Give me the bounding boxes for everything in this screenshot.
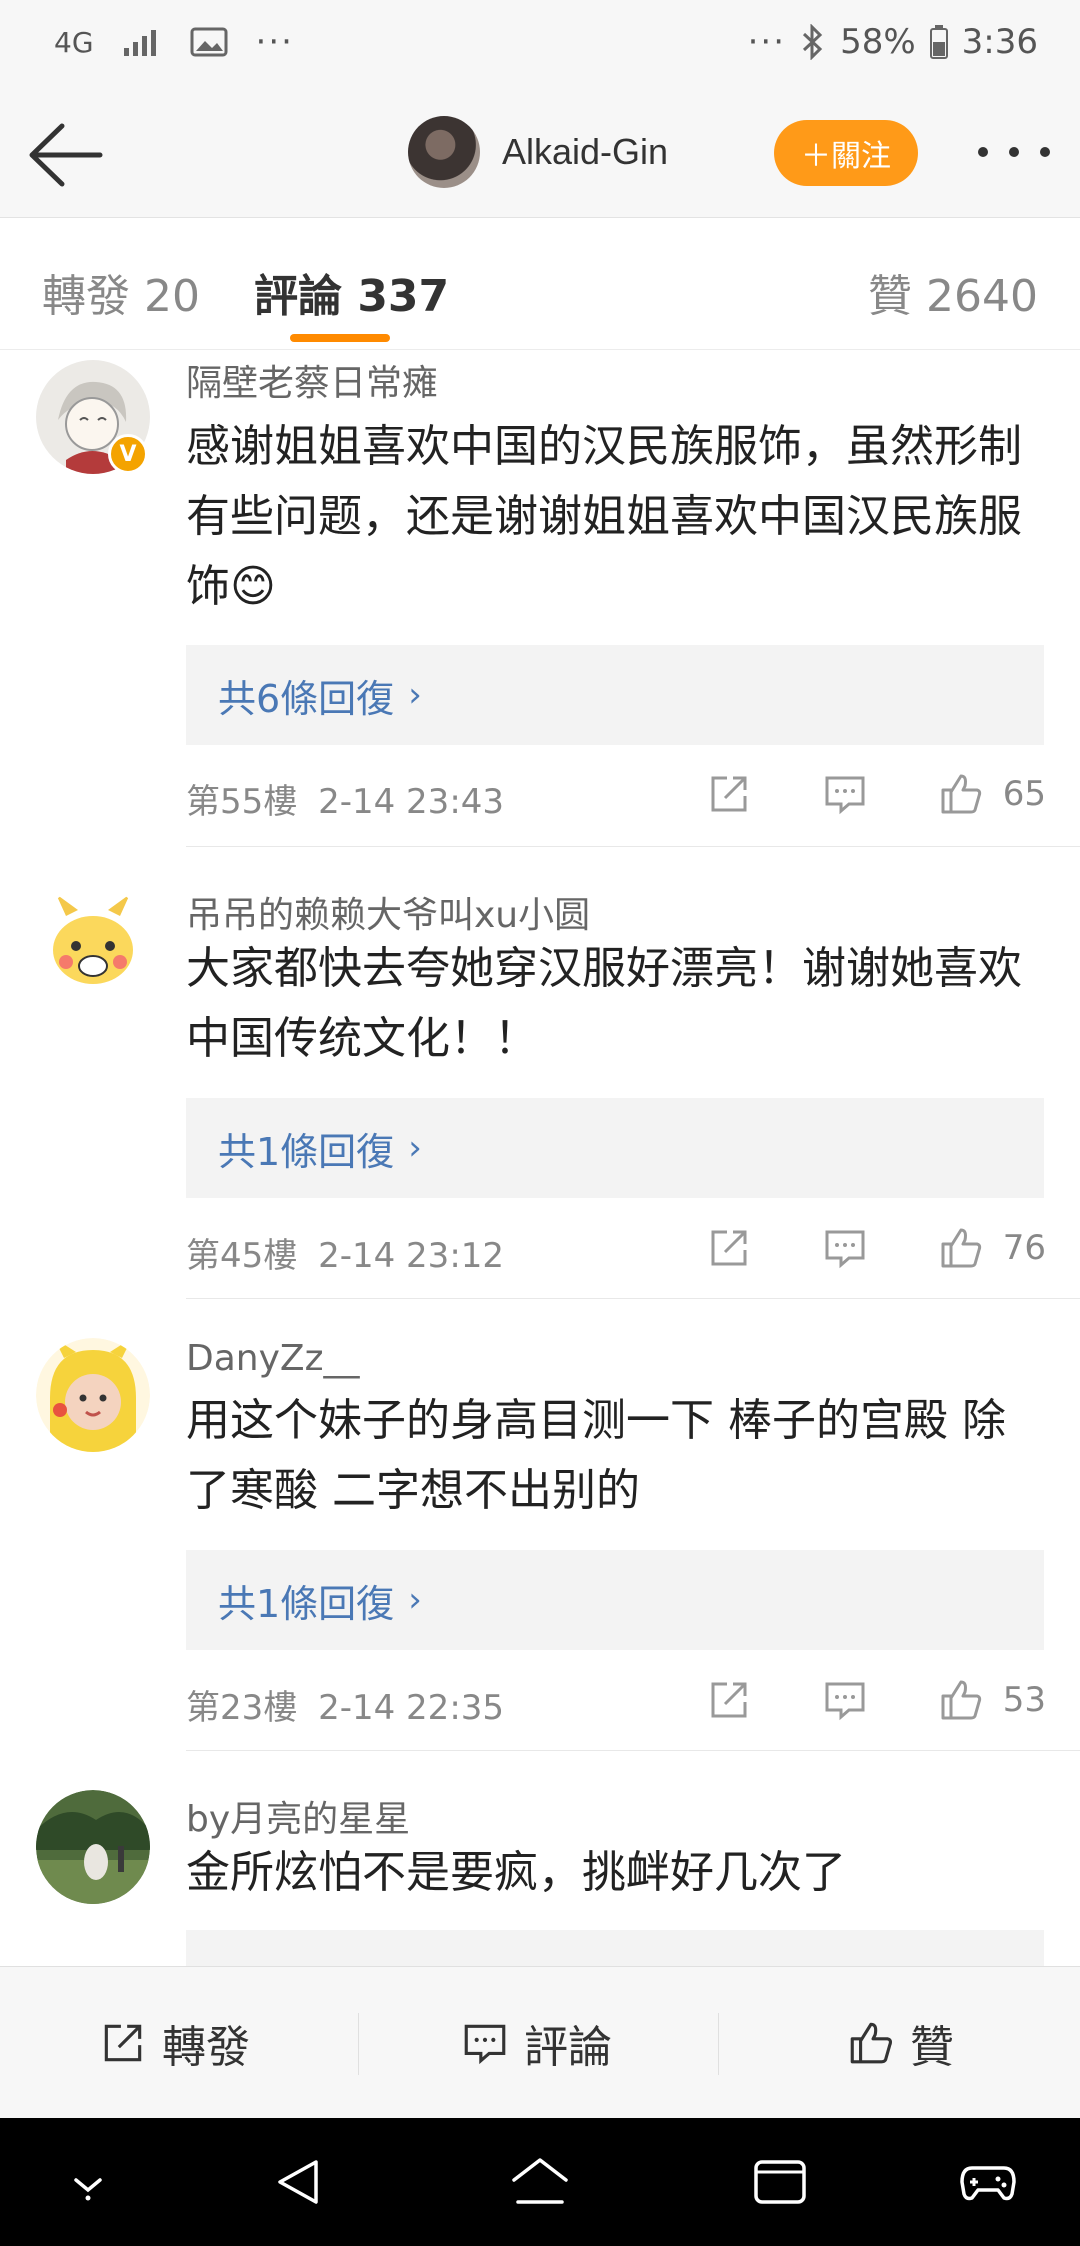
comment-icon xyxy=(825,1682,865,1721)
comment-text: 大家都快去夸她穿汉服好漂亮！谢谢她喜欢中国传统文化！！ xyxy=(186,943,1022,1064)
more-status-icon: ··· xyxy=(747,22,787,62)
like-count: 53 xyxy=(1002,1680,1046,1720)
floor-number: 第55樓 xyxy=(186,782,298,822)
top-nav-bar: Alkaid-Gin ＋關注 xyxy=(0,92,1080,218)
replies-count: 共1條回復 xyxy=(218,1129,395,1174)
more-notifications-icon: ··· xyxy=(255,22,294,62)
share-button[interactable] xyxy=(705,1224,753,1272)
avatar[interactable] xyxy=(36,1790,150,1904)
floor-number: 第45樓 xyxy=(186,1236,298,1276)
chevron-down-icon[interactable] xyxy=(58,2152,118,2212)
like-label: 贊 xyxy=(910,2022,954,2073)
comment-meta: 第55樓 2-14 23:43 xyxy=(186,774,504,823)
author-avatar[interactable] xyxy=(408,116,480,188)
divider xyxy=(718,2013,719,2075)
system-navigation-bar xyxy=(0,2118,1080,2246)
comment-actions: 53 xyxy=(637,1676,1046,1724)
comment-text: 感谢姐姐喜欢中国的汉民族服饰，虽然形制有些问题，还是谢谢姐姐喜欢中国汉民族服饰😊 xyxy=(186,421,1022,612)
bottom-action-bar: 轉發 評論 贊 xyxy=(0,1966,1080,2118)
thumbs-up-icon xyxy=(941,774,981,814)
comment-icon xyxy=(825,1230,865,1269)
repost-label: 轉發 xyxy=(162,2022,250,2073)
thumbs-up-icon xyxy=(941,1680,981,1720)
tab-likes[interactable]: 贊 2640 xyxy=(868,260,1038,324)
divider xyxy=(186,1750,1080,1751)
thumbs-up-icon xyxy=(850,2022,892,2064)
recent-apps-icon[interactable] xyxy=(750,2152,810,2212)
chevron-right-icon: › xyxy=(408,1128,422,1168)
divider xyxy=(358,2013,359,2075)
game-controller-icon[interactable] xyxy=(958,2152,1018,2212)
share-icon xyxy=(711,1230,747,1266)
like-button[interactable]: 76 xyxy=(937,1224,1046,1272)
floor-number: 第23樓 xyxy=(186,1688,298,1728)
clock: 3:36 xyxy=(961,22,1038,62)
like-count: 76 xyxy=(1002,1228,1046,1268)
bluetooth-icon xyxy=(803,24,823,60)
comment-meta: 第45樓 2-14 23:12 xyxy=(186,1228,504,1277)
follow-label: ＋關注 xyxy=(801,139,891,174)
comment-actions: 65 xyxy=(637,770,1046,818)
comment-label: 評論 xyxy=(524,2022,612,2073)
divider xyxy=(186,1298,1080,1299)
author-name: Alkaid-Gin xyxy=(502,131,669,172)
replies-count: 共1條回復 xyxy=(218,1581,395,1626)
repost-button[interactable]: 轉發 xyxy=(98,2011,250,2075)
reply-button[interactable] xyxy=(821,1676,869,1724)
comment-time: 2-14 23:12 xyxy=(318,1236,505,1276)
comment-button[interactable]: 評論 xyxy=(460,2011,612,2075)
post-author[interactable]: Alkaid-Gin xyxy=(408,116,668,188)
chevron-right-icon: › xyxy=(408,675,422,715)
tab-comments[interactable]: 評論 337 xyxy=(254,260,449,324)
status-bar: 4G ··· ··· 58% 3:36 xyxy=(0,0,1080,92)
back-arrow-icon[interactable] xyxy=(26,118,106,192)
comment-text: 金所炫怕不是要疯，挑衅好几次了 xyxy=(186,1847,846,1898)
replies-count: 共6條回復 xyxy=(218,676,395,721)
repost-icon xyxy=(104,2024,142,2062)
comment-username[interactable]: DanyZz__ xyxy=(186,1338,359,1379)
comment-actions: 76 xyxy=(637,1224,1046,1272)
like-button[interactable]: 65 xyxy=(937,770,1046,818)
reply-button[interactable] xyxy=(821,770,869,818)
signal-icon xyxy=(123,30,156,56)
network-type: 4G xyxy=(54,25,94,59)
comment-text: 用这个妹子的身高目测一下 棒子的宫殿 除了寒酸 二字想不出别的 xyxy=(186,1395,1006,1516)
battery-percent: 58% xyxy=(840,22,916,62)
comment-icon xyxy=(464,2024,506,2065)
battery-icon xyxy=(929,25,948,59)
active-tab-indicator xyxy=(290,334,390,342)
replies-link[interactable]: 共6條回復 › xyxy=(186,645,1044,745)
comment-tabs: 轉發 20 評論 337 贊 2640 xyxy=(0,218,1080,350)
back-triangle-icon[interactable] xyxy=(270,2152,330,2212)
like-button[interactable]: 贊 xyxy=(846,2011,954,2075)
tab-repost[interactable]: 轉發 20 xyxy=(42,260,200,324)
like-button[interactable]: 53 xyxy=(937,1676,1046,1724)
comment-icon xyxy=(825,776,865,815)
comment-meta: 第23樓 2-14 22:35 xyxy=(186,1680,504,1729)
reply-button[interactable] xyxy=(821,1224,869,1272)
like-count: 65 xyxy=(1002,774,1046,814)
follow-button[interactable]: ＋關注 xyxy=(774,120,918,186)
thumbs-up-icon xyxy=(941,1228,981,1268)
replies-link[interactable]: 共1條回復 › xyxy=(186,1098,1044,1198)
comment-username[interactable]: by月亮的星星 xyxy=(186,1790,410,1842)
comment-time: 2-14 23:43 xyxy=(318,782,505,822)
comment-time: 2-14 22:35 xyxy=(318,1688,505,1728)
share-button[interactable] xyxy=(705,1676,753,1724)
divider xyxy=(186,846,1080,847)
share-button[interactable] xyxy=(705,770,753,818)
image-icon xyxy=(190,27,228,57)
comment-username[interactable]: 吊吊的赖赖大爷叫xu小圆 xyxy=(186,886,590,938)
chevron-right-icon: › xyxy=(408,1580,422,1620)
verified-badge-icon: V xyxy=(108,434,148,474)
home-icon[interactable] xyxy=(510,2152,570,2212)
more-options-icon[interactable] xyxy=(978,132,1050,172)
comment-username[interactable]: 隔壁老蔡日常瘫 xyxy=(186,354,438,406)
replies-link[interactable]: 共1條回復 › xyxy=(186,1550,1044,1650)
share-icon xyxy=(711,776,747,812)
avatar[interactable] xyxy=(36,1338,150,1452)
share-icon xyxy=(711,1682,747,1718)
avatar[interactable] xyxy=(36,886,150,1000)
